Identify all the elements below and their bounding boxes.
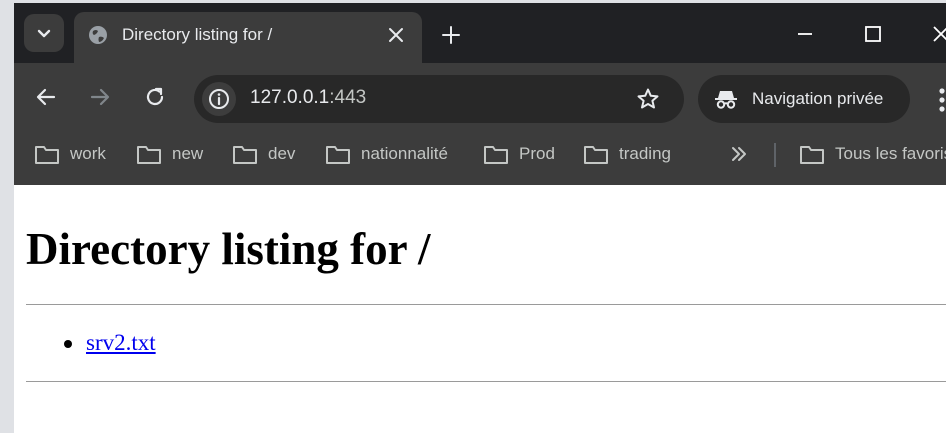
maximize-icon[interactable]	[864, 25, 882, 43]
folder-icon	[800, 146, 824, 164]
bookmark-label: work	[70, 144, 106, 163]
incognito-icon	[715, 91, 737, 109]
divider-top	[26, 304, 946, 305]
bookmark-label: dev	[268, 144, 296, 163]
all-bookmarks-label: Tous les favoris	[835, 144, 946, 163]
all-bookmarks-button[interactable]: Tous les favoris	[799, 142, 946, 166]
address-bar[interactable]: 127.0.0.1:443	[194, 75, 684, 123]
bookmark-label: nationnalité	[361, 144, 448, 163]
bookmark-folder-dev[interactable]: dev	[232, 142, 295, 166]
bookmark-folder-prod[interactable]: Prod	[483, 142, 555, 166]
bookmarks-separator	[774, 143, 776, 167]
page-content: Directory listing for / srv2.txt	[14, 185, 946, 433]
folder-icon	[233, 146, 257, 164]
close-icon[interactable]	[387, 26, 405, 44]
minimize-icon[interactable]	[796, 25, 814, 43]
folder-icon	[137, 146, 161, 164]
window-close-icon[interactable]	[932, 25, 946, 43]
new-tab-icon[interactable]	[440, 24, 462, 46]
double-chevron-right-icon[interactable]	[730, 145, 748, 163]
forward-icon[interactable]	[88, 85, 112, 109]
back-icon[interactable]	[34, 85, 58, 109]
reload-icon[interactable]	[143, 85, 167, 109]
url-host: 127.0.0.1	[250, 87, 330, 108]
page-heading: Directory listing for /	[26, 224, 431, 274]
incognito-button[interactable]: Navigation privée	[698, 75, 910, 123]
info-icon	[209, 89, 229, 109]
globe-icon	[89, 26, 107, 44]
divider-bottom	[26, 381, 946, 382]
folder-icon	[326, 146, 350, 164]
folder-icon	[35, 146, 59, 164]
tab-search-button[interactable]	[24, 14, 64, 52]
url-text[interactable]: 127.0.0.1:443	[250, 87, 366, 109]
list-bullet	[64, 340, 72, 348]
bookmark-star-icon[interactable]	[636, 87, 660, 111]
tab-active[interactable]: Directory listing for /	[74, 12, 422, 63]
tab-title: Directory listing for /	[122, 25, 273, 44]
bookmark-folder-work[interactable]: work	[34, 142, 106, 166]
bookmark-folder-nationnalite[interactable]: nationnalité	[325, 142, 448, 166]
tab-strip: Directory listing for /	[14, 3, 946, 63]
folder-icon	[584, 146, 608, 164]
bookmark-label: Prod	[519, 144, 555, 163]
chevron-down-icon	[37, 29, 51, 38]
bookmark-label: trading	[619, 144, 671, 163]
bookmark-folder-trading[interactable]: trading	[583, 142, 671, 166]
bookmark-label: new	[172, 144, 204, 163]
site-info-button[interactable]	[202, 82, 236, 116]
bookmark-folder-new[interactable]: new	[136, 142, 203, 166]
browser-window: Directory listing for / 127.0.0.1:443 Na…	[14, 3, 946, 433]
more-menu-icon[interactable]	[938, 87, 946, 113]
file-link[interactable]: srv2.txt	[86, 330, 156, 356]
bookmarks-bar: work new dev nationnalité Prod trading T	[14, 133, 946, 185]
url-port: :443	[329, 87, 367, 108]
toolbar: 127.0.0.1:443 Navigation privée	[14, 63, 946, 133]
incognito-label: Navigation privée	[752, 89, 884, 108]
folder-icon	[484, 146, 508, 164]
